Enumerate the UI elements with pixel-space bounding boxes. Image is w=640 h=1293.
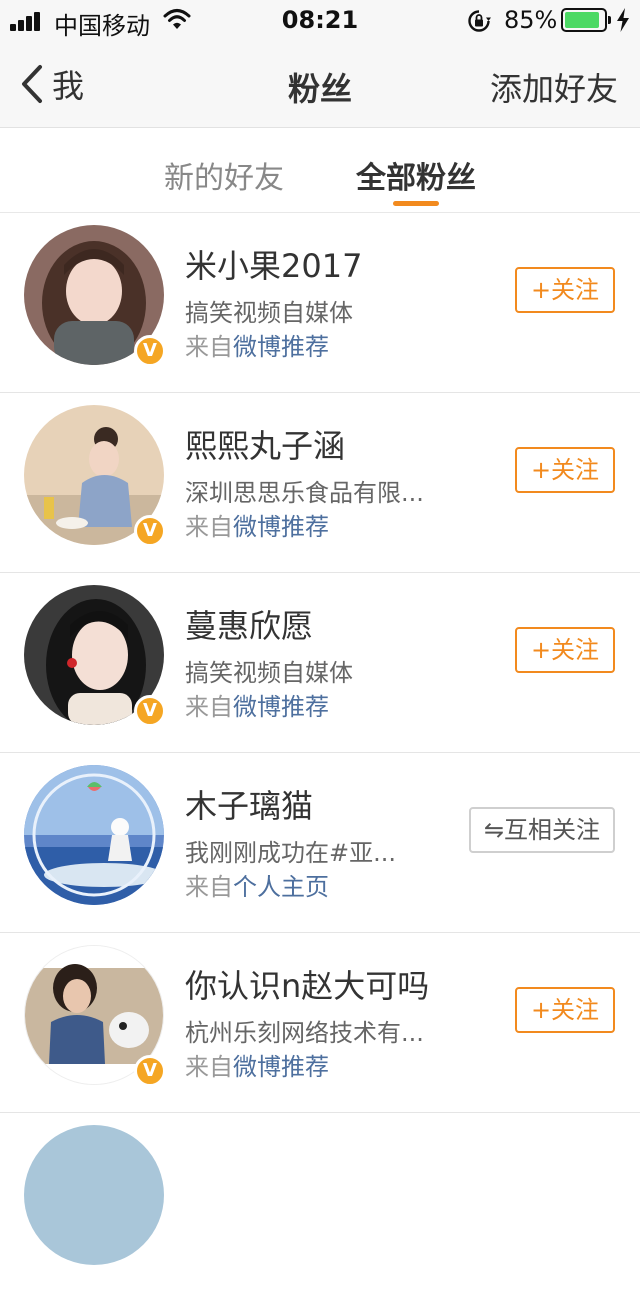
- fan-source: 来自微博推荐: [185, 327, 329, 362]
- fan-name[interactable]: 你认识n赵大可吗: [185, 961, 429, 1007]
- status-bar: 中国移动 08:21 85%: [0, 0, 640, 40]
- source-link[interactable]: 微博推荐: [233, 1053, 329, 1081]
- tab-bar: 新的好友 全部粉丝: [0, 129, 640, 213]
- active-tab-indicator: [393, 201, 439, 206]
- tab-all-fans[interactable]: 全部粉丝: [356, 153, 476, 197]
- chevron-left-icon: [22, 65, 42, 103]
- source-link[interactable]: 个人主页: [233, 873, 329, 901]
- avatar[interactable]: [24, 1125, 164, 1265]
- add-friend-button[interactable]: 添加好友: [490, 64, 618, 110]
- battery-percent: 85%: [504, 6, 558, 34]
- list-item[interactable]: V 米小果2017 搞笑视频自媒体 来自微博推荐 +关注: [0, 213, 640, 393]
- fan-name[interactable]: 蔓惠欣愿: [185, 601, 313, 647]
- fan-source: 来自微博推荐: [185, 1047, 329, 1082]
- fan-name[interactable]: 米小果2017: [185, 241, 362, 287]
- source-link[interactable]: 微博推荐: [233, 693, 329, 721]
- rotation-lock-icon: [468, 10, 491, 32]
- fan-name[interactable]: 熙熙丸子涵: [185, 421, 345, 467]
- follow-button[interactable]: +关注: [515, 627, 615, 673]
- list-item[interactable]: [0, 1113, 640, 1293]
- source-prefix: 来自: [185, 333, 233, 361]
- fan-description: 杭州乐刻网络技术有...: [185, 1019, 424, 1047]
- charging-icon: [617, 8, 629, 32]
- back-label: 我: [52, 67, 85, 105]
- source-prefix: 来自: [185, 1053, 233, 1081]
- source-link[interactable]: 微博推荐: [233, 333, 329, 361]
- source-prefix: 来自: [185, 873, 233, 901]
- fan-source: 来自个人主页: [185, 867, 329, 902]
- avatar[interactable]: [24, 765, 164, 905]
- mutual-follow-button[interactable]: ⇋互相关注: [469, 807, 615, 853]
- list-item[interactable]: V 蔓惠欣愿 搞笑视频自媒体 来自微博推荐 +关注: [0, 573, 640, 753]
- follow-button[interactable]: +关注: [515, 447, 615, 493]
- fan-description: 搞笑视频自媒体: [185, 299, 353, 327]
- back-button[interactable]: 我: [20, 62, 84, 106]
- fan-description: 搞笑视频自媒体: [185, 659, 353, 687]
- fans-list: V 米小果2017 搞笑视频自媒体 来自微博推荐 +关注 V 熙熙丸子涵 深圳思…: [0, 213, 640, 1293]
- follow-button[interactable]: +关注: [515, 987, 615, 1033]
- verified-badge: V: [134, 335, 166, 367]
- fan-name[interactable]: 木子璃猫: [185, 781, 313, 827]
- battery-icon: [561, 8, 611, 32]
- source-prefix: 来自: [185, 513, 233, 541]
- verified-badge: V: [134, 1055, 166, 1087]
- tab-new-friends[interactable]: 新的好友: [164, 153, 284, 197]
- list-item[interactable]: V 你认识n赵大可吗 杭州乐刻网络技术有... 来自微博推荐 +关注: [0, 933, 640, 1113]
- source-link[interactable]: 微博推荐: [233, 513, 329, 541]
- fan-source: 来自微博推荐: [185, 687, 329, 722]
- list-item[interactable]: 木子璃猫 我刚刚成功在#亚... 来自个人主页 ⇋互相关注: [0, 753, 640, 933]
- verified-badge: V: [134, 695, 166, 727]
- navigation-bar: 我 粉丝 添加好友: [0, 40, 640, 128]
- source-prefix: 来自: [185, 693, 233, 721]
- fan-description: 我刚刚成功在#亚...: [185, 839, 396, 867]
- fan-source: 来自微博推荐: [185, 507, 329, 542]
- verified-badge: V: [134, 515, 166, 547]
- list-item[interactable]: V 熙熙丸子涵 深圳思思乐食品有限... 来自微博推荐 +关注: [0, 393, 640, 573]
- follow-button[interactable]: +关注: [515, 267, 615, 313]
- fan-description: 深圳思思乐食品有限...: [185, 479, 424, 507]
